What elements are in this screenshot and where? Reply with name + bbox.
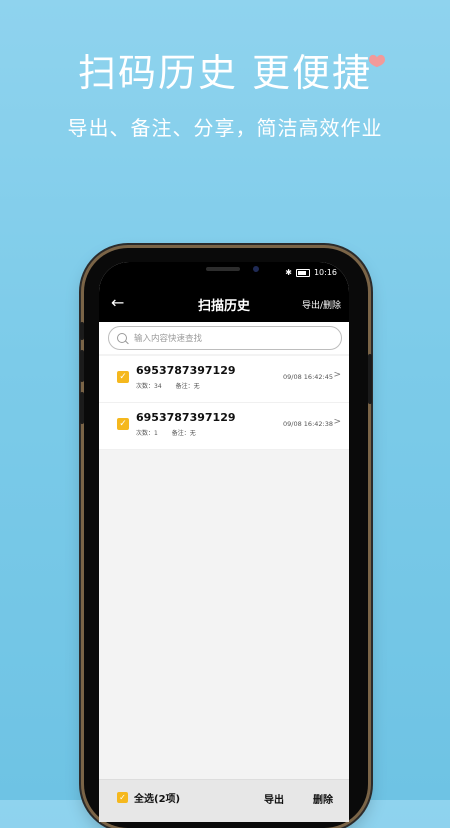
item-note: 备注：无 (171, 430, 196, 437)
speaker-grille (206, 267, 240, 271)
list-item[interactable]: ✓ 6953787397129 次数：34 备注：无 09/08 16:42:4… (99, 356, 349, 403)
item-checkbox[interactable]: ✓ (117, 418, 129, 430)
status-bar: ✱ 10:16 (285, 268, 337, 277)
export-delete-button[interactable]: 导出/删除 (302, 298, 341, 311)
item-time: 09/08 16:42:45 (283, 373, 333, 381)
item-code: 6953787397129 (136, 364, 236, 377)
delete-button[interactable]: 删除 (313, 791, 333, 806)
chevron-right-icon: > (333, 417, 341, 427)
item-count: 次数：34 (136, 383, 162, 390)
heart-icon (369, 54, 385, 68)
phone-screen: ✱ 10:16 ← 扫描历史 导出/删除 输入内容快速查找 ✓ 69537873… (99, 262, 349, 822)
side-button-left-2 (80, 350, 84, 382)
side-button-left-1 (80, 322, 84, 340)
item-time: 09/08 16:42:38 (283, 420, 333, 428)
item-meta: 次数：1 备注：无 (136, 428, 208, 437)
bottom-bar: ✓ 全选(2项) 导出 删除 (99, 779, 349, 822)
search-placeholder: 输入内容快速查找 (134, 334, 203, 344)
promo-subline: 导出、备注、分享，简洁高效作业 (67, 116, 383, 140)
list-item[interactable]: ✓ 6953787397129 次数：1 备注：无 09/08 16:42:38… (99, 403, 349, 450)
bluetooth-icon: ✱ (285, 268, 292, 277)
select-all-checkbox[interactable]: ✓ (117, 792, 128, 803)
nav-bar: ← 扫描历史 导出/删除 (99, 290, 349, 320)
item-checkbox[interactable]: ✓ (117, 371, 129, 383)
search-icon (117, 333, 127, 343)
item-meta: 次数：34 备注：无 (136, 381, 212, 390)
item-note: 备注：无 (175, 383, 200, 390)
search-input[interactable]: 输入内容快速查找 (108, 326, 342, 350)
side-button-left-3 (80, 392, 84, 424)
select-all-control[interactable]: ✓ 全选(2项) (117, 790, 180, 805)
export-button[interactable]: 导出 (264, 791, 284, 806)
history-list: ✓ 6953787397129 次数：34 备注：无 09/08 16:42:4… (99, 356, 349, 450)
item-code: 6953787397129 (136, 411, 236, 424)
top-bar: ✱ 10:16 ← 扫描历史 导出/删除 (99, 262, 349, 322)
item-count: 次数：1 (136, 430, 158, 437)
status-time: 10:16 (313, 268, 337, 277)
battery-icon (295, 268, 310, 277)
front-camera (253, 266, 259, 272)
promo-headline: 扫码历史 更便捷 (77, 51, 373, 95)
search-area: 输入内容快速查找 (99, 322, 349, 354)
select-all-label: 全选(2项) (134, 794, 181, 805)
chevron-right-icon: > (333, 370, 341, 380)
side-button-right (368, 354, 372, 404)
